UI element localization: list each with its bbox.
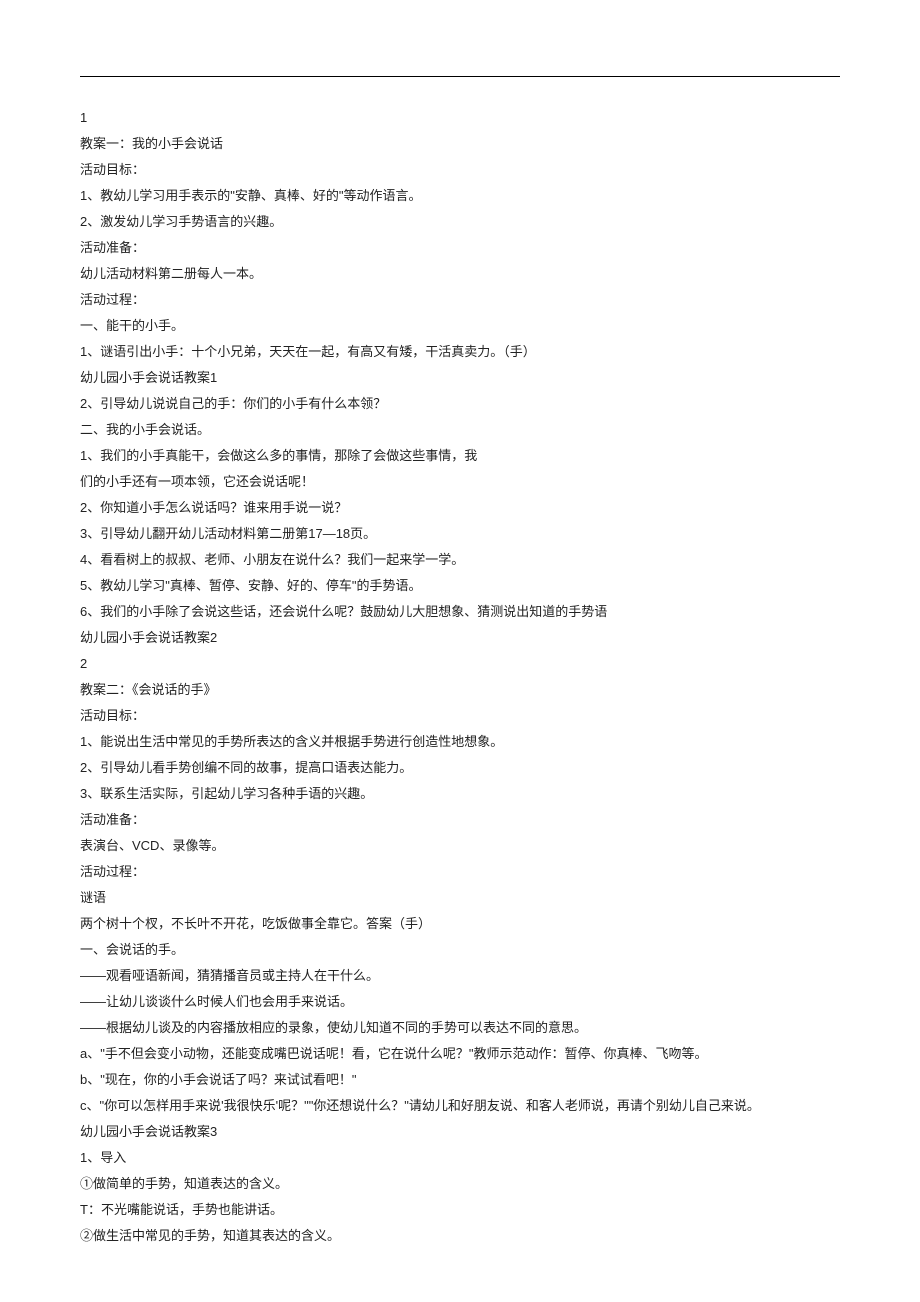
text-line: ——让幼儿谈谈什么时候人们也会用手来说话。 [80, 989, 840, 1015]
text-line: ——根据幼儿谈及的内容播放相应的录象，使幼儿知道不同的手势可以表达不同的意思。 [80, 1015, 840, 1041]
text-line: 表演台、VCD、录像等。 [80, 833, 840, 859]
text-line: 2、引导幼儿看手势创编不同的故事，提高口语表达能力。 [80, 755, 840, 781]
text-line: 1、导入 [80, 1145, 840, 1171]
text-line: 活动过程： [80, 287, 840, 313]
text-line: 一、能干的小手。 [80, 313, 840, 339]
text-line: 二、我的小手会说话。 [80, 417, 840, 443]
document-body: 1教案一：我的小手会说话活动目标：1、教幼儿学习用手表示的"安静、真棒、好的"等… [80, 105, 840, 1249]
text-line: 2 [80, 651, 840, 677]
text-line: a、"手不但会变小动物，还能变成嘴巴说话呢！看，它在说什么呢？"教师示范动作：暂… [80, 1041, 840, 1067]
text-line: 1、谜语引出小手：十个小兄弟，天天在一起，有高又有矮，干活真卖力。（手） [80, 339, 840, 365]
text-line: 幼儿园小手会说话教案3 [80, 1119, 840, 1145]
text-line: 6、我们的小手除了会说这些话，还会说什么呢？鼓励幼儿大胆想象、猜测说出知道的手势… [80, 599, 840, 625]
text-line: 教案一：我的小手会说话 [80, 131, 840, 157]
text-line: 活动过程： [80, 859, 840, 885]
text-line: 1、我们的小手真能干，会做这么多的事情，那除了会做这些事情，我 [80, 443, 840, 469]
text-line: 幼儿园小手会说话教案2 [80, 625, 840, 651]
text-line: 谜语 [80, 885, 840, 911]
text-line: 3、引导幼儿翻开幼儿活动材料第二册第17—18页。 [80, 521, 840, 547]
text-line: 2、你知道小手怎么说话吗？谁来用手说一说？ [80, 495, 840, 521]
text-line: 1、教幼儿学习用手表示的"安静、真棒、好的"等动作语言。 [80, 183, 840, 209]
text-line: 幼儿园小手会说话教案1 [80, 365, 840, 391]
document-page: 1教案一：我的小手会说话活动目标：1、教幼儿学习用手表示的"安静、真棒、好的"等… [0, 0, 920, 1289]
text-line: 5、教幼儿学习"真棒、暂停、安静、好的、停车"的手势语。 [80, 573, 840, 599]
text-line: ②做生活中常见的手势，知道其表达的含义。 [80, 1223, 840, 1249]
text-line: 教案二：《会说话的手》 [80, 677, 840, 703]
text-line: 幼儿活动材料第二册每人一本。 [80, 261, 840, 287]
horizontal-rule [80, 76, 840, 77]
text-line: ①做简单的手势，知道表达的含义。 [80, 1171, 840, 1197]
text-line: 们的小手还有一项本领，它还会说话呢！ [80, 469, 840, 495]
text-line: 活动目标： [80, 703, 840, 729]
text-line: 4、看看树上的叔叔、老师、小朋友在说什么？我们一起来学一学。 [80, 547, 840, 573]
text-line: 2、引导幼儿说说自己的手：你们的小手有什么本领？ [80, 391, 840, 417]
text-line: c、"你可以怎样用手来说'我很快乐'呢？""你还想说什么？"请幼儿和好朋友说、和… [80, 1093, 840, 1119]
text-line: 一、会说话的手。 [80, 937, 840, 963]
text-line: 两个树十个杈，不长叶不开花，吃饭做事全靠它。答案（手） [80, 911, 840, 937]
text-line: 1 [80, 105, 840, 131]
text-line: ——观看哑语新闻，猜猜播音员或主持人在干什么。 [80, 963, 840, 989]
text-line: 3、联系生活实际，引起幼儿学习各种手语的兴趣。 [80, 781, 840, 807]
text-line: 活动准备： [80, 235, 840, 261]
text-line: 活动准备： [80, 807, 840, 833]
text-line: 1、能说出生活中常见的手势所表达的含义并根据手势进行创造性地想象。 [80, 729, 840, 755]
text-line: b、"现在，你的小手会说话了吗？来试试看吧！" [80, 1067, 840, 1093]
text-line: 活动目标： [80, 157, 840, 183]
text-line: T：不光嘴能说话，手势也能讲话。 [80, 1197, 840, 1223]
text-line: 2、激发幼儿学习手势语言的兴趣。 [80, 209, 840, 235]
